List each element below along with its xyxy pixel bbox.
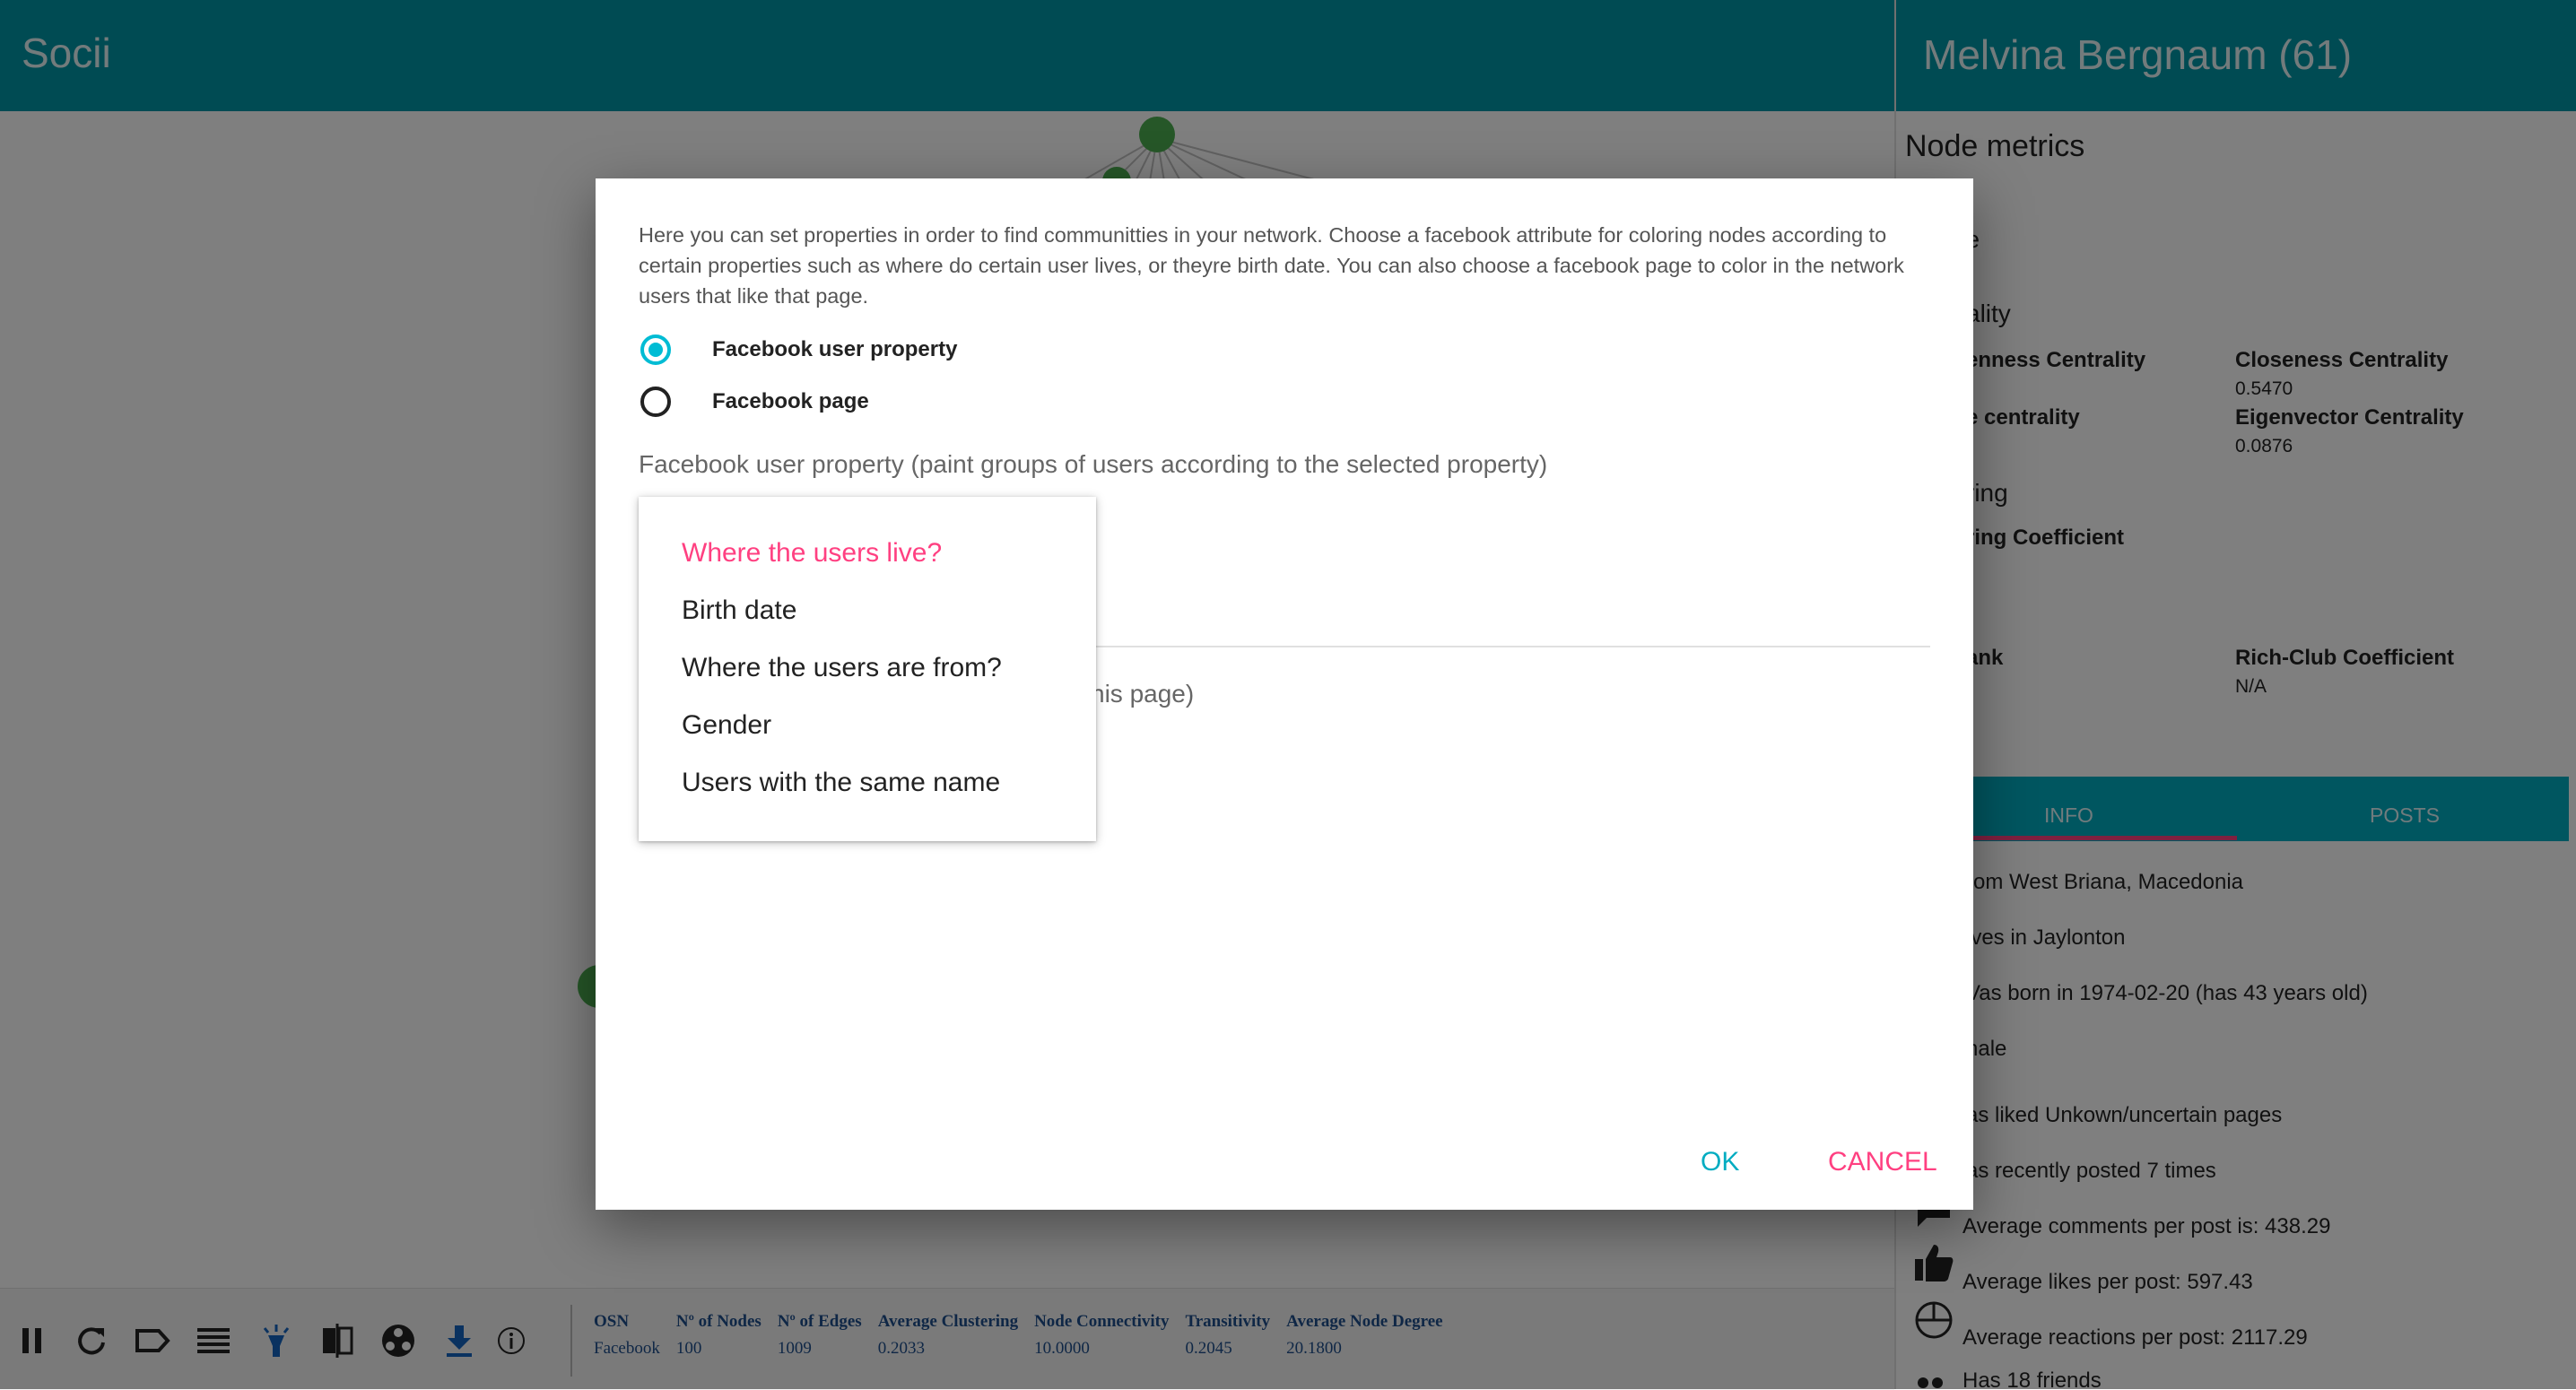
- ok-button[interactable]: OK: [1701, 1147, 1739, 1177]
- menu-item-same-name[interactable]: Users with the same name: [682, 768, 1000, 798]
- radio-facebook-page[interactable]: Facebook page: [640, 387, 869, 417]
- property-dropdown-menu: Where the users live? Birth date Where t…: [639, 497, 1096, 841]
- property-select-label: Facebook user property (paint groups of …: [639, 450, 1548, 478]
- menu-item-gender[interactable]: Gender: [682, 710, 771, 741]
- cancel-button[interactable]: CANCEL: [1828, 1147, 1937, 1177]
- radio-user-property[interactable]: Facebook user property: [640, 334, 957, 365]
- menu-item-users-from[interactable]: Where the users are from?: [682, 653, 1002, 683]
- radio-unchecked-icon[interactable]: [640, 387, 671, 417]
- page-field-label: his page): [1091, 680, 1195, 708]
- radio-label: Facebook user property: [712, 337, 958, 361]
- menu-item-birth-date[interactable]: Birth date: [682, 595, 796, 626]
- radio-label: Facebook page: [712, 389, 869, 413]
- dialog-description: Here you can set properties in order to …: [639, 223, 1904, 308]
- community-dialog: Here you can set properties in order to …: [596, 178, 1973, 1210]
- menu-item-users-live[interactable]: Where the users live?: [682, 538, 942, 569]
- radio-checked-icon[interactable]: [640, 334, 671, 365]
